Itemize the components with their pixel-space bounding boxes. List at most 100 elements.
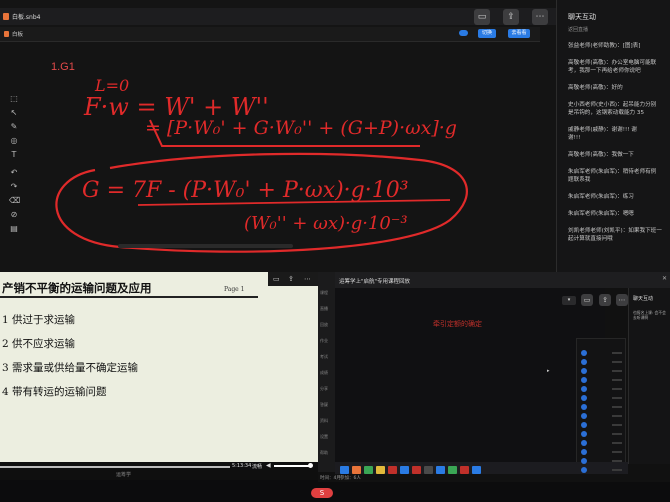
meeting-share-icon[interactable]: ⇪ [599,294,611,306]
participant-status [612,460,622,462]
meeting-time: 时间：4月 [320,476,341,481]
participant-status [612,433,622,435]
volume-slider[interactable] [274,465,310,467]
board-scrollbar[interactable] [118,244,293,248]
meeting-nav-item[interactable]: 考试 [320,354,328,360]
taskbar-app11-icon[interactable] [460,466,469,474]
quality-label[interactable]: 流畅 [252,463,262,470]
avatar [581,431,587,437]
avatar [581,467,587,473]
floating-widget[interactable]: S [311,488,333,498]
meeting-sidebar: 课程直播回放作业考试成绩分享答疑资料设置帮助 [318,272,335,472]
participant-status [612,451,622,453]
avatar [581,359,587,365]
ppt-topbar: ▭ ⇪ ⋯ [268,272,318,286]
chat-message: 史小西老师(史小西)：起吊能力分别 是吊钩的，这钢索动载能力 35 [568,102,657,116]
participant-row[interactable] [581,431,626,438]
participant-status [612,415,622,417]
ppt-page: Page 1 [224,286,245,293]
ppt-title: 产销不平衡的运输问题及应用 [2,281,152,295]
taskbar-app5-icon[interactable] [388,466,397,474]
volume-knob[interactable] [308,463,313,468]
ppt-more-icon[interactable]: ⋯ [304,275,311,283]
taskbar-browser-icon[interactable] [352,466,361,474]
avatar [581,368,587,374]
participant-row[interactable] [581,422,626,429]
taskbar-app7-icon[interactable] [412,466,421,474]
chat-message: 张益老师(老师助教)：[图]表] [568,43,641,49]
chat-message: 朱启军老师(朱启军)：练习 [568,194,634,200]
ppt-list-item: 4 带有转运的运输问题 [2,386,107,398]
participant-row[interactable] [581,467,626,474]
participant-row[interactable] [581,377,626,384]
taskbar-app12-icon[interactable] [472,466,481,474]
meeting-screen-icon[interactable]: ▭ [581,294,593,306]
participant-status [612,352,622,354]
meeting-chat-msg: 也报名上课: 会不会去听课啊 [633,310,666,320]
slide-text: 牵引定额的确定 [433,320,482,328]
ppt-list-item: 3 需求量或供给量不确定运输 [2,362,139,374]
participant-row[interactable] [581,458,626,465]
meeting-nav-item[interactable]: 直播 [320,306,328,312]
taskbar-chrome-icon[interactable] [364,466,373,474]
meeting-nav-item[interactable]: 分享 [320,386,328,392]
meeting-nav-item[interactable]: 帮助 [320,450,328,456]
whiteboard-window: 白板.snb4 ▭ ⇪ ⋯ 白板 切换 去看看 ⬚ ↖ ✎ ◎ T ↶ ↷ ⌫ … [0,0,556,272]
meeting-nav-item[interactable]: 课程 [320,290,328,296]
participant-row[interactable] [581,404,626,411]
chat-message: 戚静老师(戚静)：谢谢!!! 谢 谢!!! [568,127,637,141]
taskbar-folder-icon[interactable] [376,466,385,474]
ppt-list-item: 1 供过于求运输 [2,314,76,326]
meeting-more-icon[interactable]: ⋯ [616,294,628,306]
participant-status [612,379,622,381]
play-time: 5:13:34 [232,463,252,469]
taskbar-app8-icon[interactable] [424,466,433,474]
ppt-share-icon[interactable]: ⇪ [288,275,294,283]
participant-row[interactable] [581,395,626,402]
avatar [581,413,587,419]
participant-row[interactable] [581,413,626,420]
meeting-nav-item[interactable]: 成绩 [320,370,328,376]
ppt-window: ▭ ⇪ ⋯ 产销不平衡的运输问题及应用 Page 1 1 供过于求运输 2 供不应… [0,272,318,480]
progress-fill [0,466,230,468]
avatar [581,386,587,392]
participant-row[interactable] [581,350,626,357]
taskbar-app9-icon[interactable] [436,466,445,474]
fraction-line [137,199,451,206]
meeting-nav-item[interactable]: 作业 [320,338,328,344]
meeting-people: 参加：6人 [340,476,361,481]
participant-row[interactable] [581,368,626,375]
bracket-stroke [149,119,420,147]
avatar [581,422,587,428]
avatar [581,377,587,383]
participant-row[interactable] [581,449,626,456]
participant-status [612,406,622,408]
chat-subtitle[interactable]: 返回直播 [568,26,588,33]
participant-status [612,442,622,444]
taskbar-app10-icon[interactable] [448,466,457,474]
participant-status [612,424,622,426]
participant-status [612,388,622,390]
pen-strokes [55,119,468,253]
meeting-close-icon[interactable]: ✕ [662,275,667,282]
participant-row[interactable] [581,440,626,447]
participant-row[interactable] [581,359,626,366]
participant-row[interactable] [581,386,626,393]
chat-message: 高敬老师(高敬)：好的 [568,85,623,91]
participant-status [612,469,622,471]
volume-icon[interactable]: ◀ [266,462,271,469]
ppt-screen-icon[interactable]: ▭ [273,275,280,283]
ppt-rule [0,296,258,298]
meeting-title: 运筹学上"启航"专用课程回放 [339,279,411,285]
taskbar-app6-icon[interactable] [400,466,409,474]
taskbar-search-icon[interactable] [340,466,349,474]
participant-status [612,397,622,399]
meeting-nav-item[interactable]: 回放 [320,322,328,328]
participant-status [612,370,622,372]
meeting-nav-item[interactable]: 资料 [320,418,328,424]
chat-message: 高敬老师(高敬)：办公室电脑可能联 考，我那一下再给老师你说吧 [568,60,657,74]
meeting-nav-item[interactable]: 设置 [320,434,328,440]
meeting-nav-item[interactable]: 答疑 [320,402,328,408]
participant-status [612,361,622,363]
meeting-dropdown[interactable]: ▾ [562,296,576,305]
